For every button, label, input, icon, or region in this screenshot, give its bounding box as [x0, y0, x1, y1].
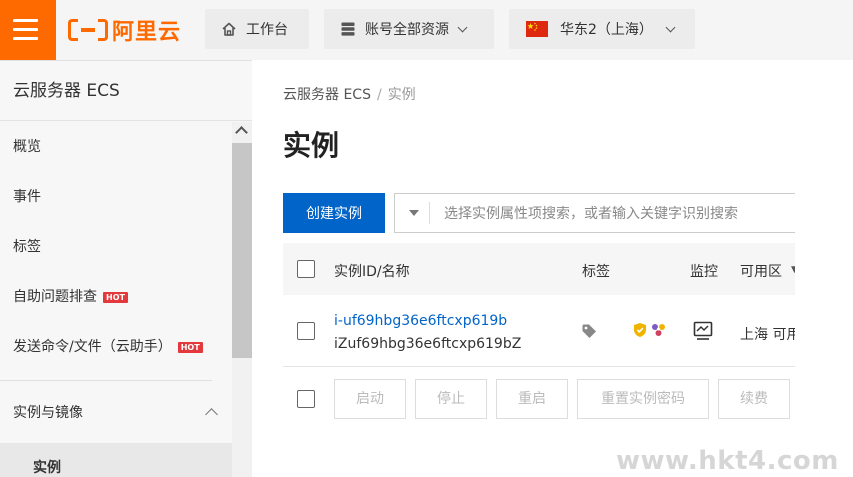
chevron-down-icon	[457, 22, 468, 32]
breadcrumb: 云服务器 ECS / 实例	[283, 87, 416, 103]
search-divider	[429, 202, 430, 224]
caret-down-icon[interactable]	[409, 210, 419, 216]
table-header: 实例ID/名称 标签 监控 可用区 ▼	[283, 243, 795, 295]
china-flag-icon	[526, 21, 548, 37]
server-icon	[340, 21, 356, 37]
renew-button[interactable]: 续费	[718, 379, 790, 419]
sidebar-scrollbar[interactable]	[232, 122, 252, 477]
table-row: i-uf69hbg36e6ftcxp619b iZuf69hbg36e6ftcx…	[283, 295, 795, 367]
tag-icon[interactable]	[581, 323, 597, 343]
instance-name: iZuf69hbg36e6ftcxp619bZ	[334, 336, 522, 352]
region-label: 华东2（上海）	[560, 22, 653, 38]
scroll-up-icon[interactable]	[235, 126, 248, 139]
logo-text: 阿里云	[112, 20, 182, 45]
select-all-checkbox[interactable]	[297, 260, 315, 278]
workbench-label: 工作台	[246, 22, 288, 38]
column-header-tags: 标签	[582, 264, 610, 280]
page-title: 实例	[283, 129, 340, 162]
start-button[interactable]: 启动	[334, 379, 406, 419]
security-shield-icon[interactable]	[633, 322, 647, 342]
batch-actions-bar: 启动 停止 重启 重置实例密码 续费	[283, 367, 795, 431]
watermark: www.hkt4.com	[616, 446, 839, 476]
reset-password-button[interactable]: 重置实例密码	[577, 379, 709, 419]
sidebar: 云服务器 ECS 概览 事件 标签 自助问题排查 HOT 发送命令/文件（云助手…	[0, 60, 252, 477]
resources-label: 账号全部资源	[365, 22, 449, 38]
sidebar-group-instances-images[interactable]: 实例与镜像	[0, 381, 232, 443]
aliyun-logo-icon	[68, 18, 108, 42]
search-placeholder: 选择实例属性项搜索，或者输入关键字识别搜索	[444, 206, 738, 222]
sidebar-item-label: 发送命令/文件（云助手）	[13, 339, 172, 355]
sidebar-title: 云服务器 ECS	[0, 61, 252, 121]
sort-caret-icon[interactable]: ▼	[791, 265, 795, 275]
sidebar-item-cloud-assistant[interactable]: 发送命令/文件（云助手） HOT	[0, 322, 232, 372]
chevron-down-icon	[665, 22, 676, 32]
sidebar-item-overview[interactable]: 概览	[0, 122, 232, 172]
sidebar-item-label: 标签	[13, 239, 41, 255]
breadcrumb-ecs[interactable]: 云服务器 ECS	[283, 87, 371, 103]
main-content: 云服务器 ECS / 实例 实例 创建实例 选择实例属性项搜索，或者输入关键字识别搜…	[252, 60, 795, 477]
sidebar-item-label: 概览	[13, 139, 41, 155]
sidebar-item-label: 自助问题排查	[13, 289, 97, 305]
top-bar: 阿里云 工作台 账号全部资源 华东2（上海）	[0, 0, 853, 60]
breadcrumb-current: 实例	[387, 87, 416, 103]
sidebar-item-instances[interactable]: 实例	[0, 443, 232, 477]
batch-select-checkbox[interactable]	[297, 390, 315, 408]
aliyun-logo[interactable]: 阿里云	[68, 14, 181, 46]
instance-id-link[interactable]: i-uf69hbg36e6ftcxp619b	[334, 313, 507, 329]
sidebar-item-events[interactable]: 事件	[0, 172, 232, 222]
menu-icon[interactable]	[0, 0, 56, 60]
plugin-status-icon[interactable]	[650, 322, 668, 342]
chevron-up-icon	[205, 408, 218, 421]
create-instance-button[interactable]: 创建实例	[283, 193, 385, 233]
scroll-thumb[interactable]	[232, 143, 252, 358]
sidebar-item-label: 事件	[13, 189, 41, 205]
sidebar-item-tags[interactable]: 标签	[0, 222, 232, 272]
stop-button[interactable]: 停止	[415, 379, 487, 419]
zone-value: 上海 可用	[740, 327, 795, 343]
search-bar[interactable]: 选择实例属性项搜索，或者输入关键字识别搜索	[394, 193, 795, 233]
hot-badge: HOT	[103, 291, 128, 303]
region-selector[interactable]: 华东2（上海）	[509, 9, 695, 49]
monitor-icon[interactable]	[693, 321, 713, 345]
column-header-monitor: 监控	[690, 264, 718, 280]
column-header-zone[interactable]: 可用区	[740, 261, 782, 281]
workbench-button[interactable]: 工作台	[205, 9, 309, 49]
row-checkbox[interactable]	[297, 322, 315, 340]
home-icon	[221, 21, 237, 37]
resources-dropdown[interactable]: 账号全部资源	[324, 9, 494, 49]
sidebar-item-troubleshoot[interactable]: 自助问题排查 HOT	[0, 272, 232, 322]
sidebar-group-label: 实例与镜像	[13, 405, 83, 421]
restart-button[interactable]: 重启	[496, 379, 568, 419]
hot-badge: HOT	[177, 341, 203, 353]
sidebar-menu: 概览 事件 标签 自助问题排查 HOT 发送命令/文件（云助手） HOT 实例与…	[0, 122, 232, 477]
column-header-instance: 实例ID/名称	[334, 264, 410, 280]
